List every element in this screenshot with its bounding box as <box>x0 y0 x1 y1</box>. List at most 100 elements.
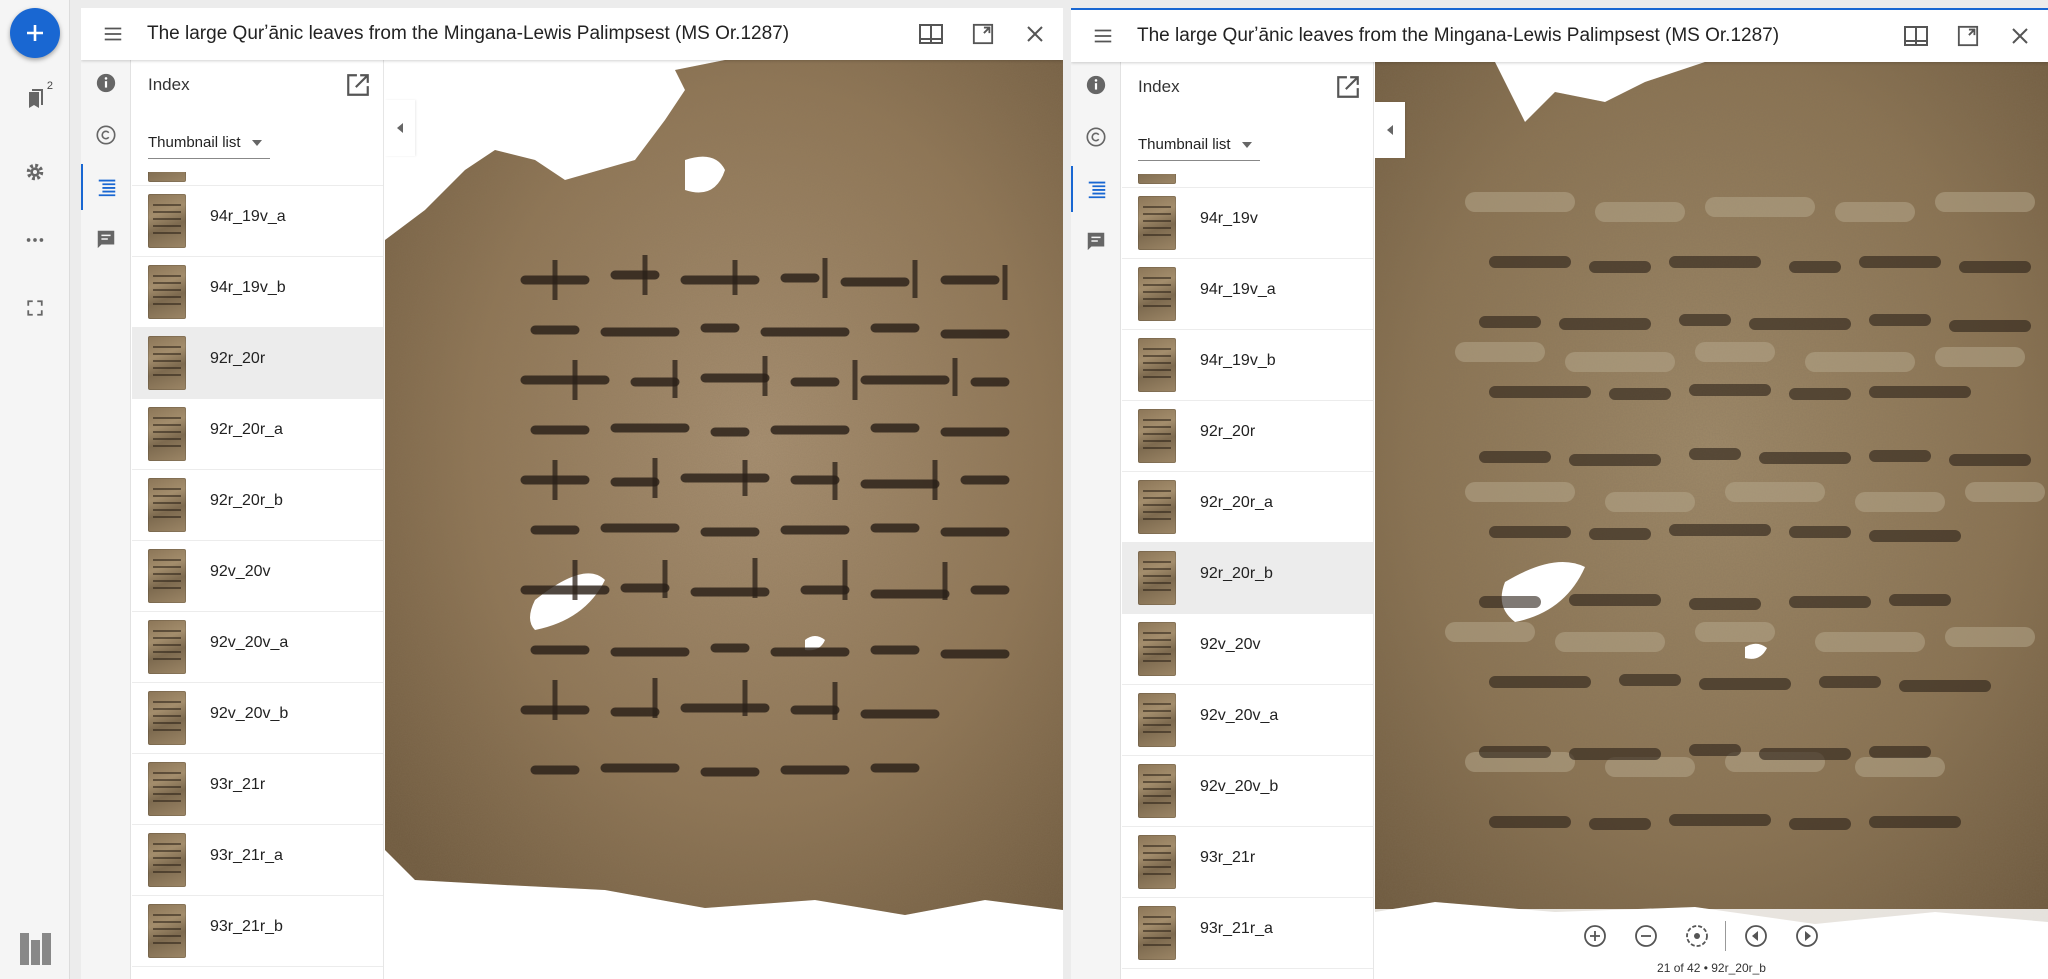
maximize-window-button[interactable] <box>959 10 1007 58</box>
list-item[interactable]: 92r_20r_a <box>1122 472 1373 543</box>
list-item-partial[interactable] <box>132 172 383 186</box>
thumbnail-label: 92v_20v_a <box>1200 707 1279 724</box>
thumbnail-image <box>148 478 186 532</box>
window-view-button[interactable] <box>1892 12 1940 60</box>
chevron-down-icon <box>252 140 262 146</box>
list-item[interactable]: 94r_19v_a <box>1122 259 1373 330</box>
thumbnail-label: 93r_21r <box>210 776 266 793</box>
list-item[interactable]: 92v_20v_b <box>132 683 383 754</box>
list-item[interactable]: 93r_21r_a <box>1122 898 1373 969</box>
close-window-button[interactable] <box>1011 10 1059 58</box>
index-panel: Index Thumbnail list 94r_19v_a 94r_19v_b 9… <box>132 60 384 979</box>
list-item[interactable]: 94r_19v_b <box>132 257 383 328</box>
index-button[interactable] <box>81 164 131 210</box>
comment-icon <box>1087 232 1105 251</box>
list-item[interactable]: 92v_20v <box>1122 614 1373 685</box>
annotations-button[interactable] <box>81 216 131 262</box>
list-item[interactable]: 92r_20r <box>132 328 383 399</box>
window-list-button[interactable]: 2 <box>15 80 55 120</box>
list-item[interactable]: 92r_20r <box>1122 401 1373 472</box>
info-icon <box>1086 75 1106 95</box>
copyright-icon <box>1086 127 1106 147</box>
info-button[interactable] <box>81 60 131 106</box>
collapse-sidebar-button[interactable] <box>385 100 415 156</box>
canvas-info: 21 of 42 • 92r_20r_b <box>1657 961 1766 975</box>
thumbnail-image <box>1138 551 1176 605</box>
thumbnail-image <box>148 172 186 182</box>
chevron-down-icon <box>1242 142 1252 148</box>
list-item[interactable]: 92v_20v <box>132 541 383 612</box>
index-button[interactable] <box>1071 166 1121 212</box>
zoom-reset-icon[interactable] <box>1684 923 1710 949</box>
list-item[interactable]: 92r_20r_b <box>1122 543 1373 614</box>
info-button[interactable] <box>1071 62 1121 108</box>
settings-button[interactable] <box>15 152 55 192</box>
manuscript-image <box>1375 62 2048 924</box>
thumbnail-image <box>1138 196 1176 250</box>
previous-canvas-icon[interactable] <box>1743 923 1769 949</box>
list-item[interactable]: 92v_20v_a <box>132 612 383 683</box>
list-item[interactable]: 93r_21r_a <box>132 825 383 896</box>
comment-icon <box>97 230 115 249</box>
maximize-icon <box>1957 25 1979 47</box>
list-item-partial[interactable] <box>1122 174 1373 188</box>
list-item[interactable]: 93r_21r_b <box>132 896 383 967</box>
gear-icon <box>26 163 44 181</box>
info-icon <box>96 73 116 93</box>
thumbnail-label: 92r_20r_b <box>1200 565 1273 582</box>
list-item[interactable]: 92v_20v_a <box>1122 685 1373 756</box>
list-item[interactable]: 94r_19v_b <box>1122 330 1373 401</box>
thumbnail-label: 92r_20r <box>210 350 266 367</box>
image-canvas[interactable] <box>385 60 1063 979</box>
thumbnail-image <box>1138 174 1176 184</box>
zoom-controls: 21 of 42 • 92r_20r_b <box>1375 909 2048 979</box>
more-options-button[interactable] <box>15 220 55 260</box>
collapse-sidebar-button[interactable] <box>1375 102 1405 158</box>
view-select-value: Thumbnail list <box>148 134 241 151</box>
add-resource-button[interactable] <box>10 8 60 58</box>
rights-button[interactable] <box>1071 114 1121 160</box>
thumbnail-image <box>1138 764 1176 818</box>
list-item[interactable]: 93r_21r <box>132 754 383 825</box>
window-top-bar: The large Qurʼānic leaves from the Minga… <box>1071 10 2048 62</box>
thumbnail-label: 92v_20v_a <box>210 634 289 651</box>
window-1: The large Qurʼānic leaves from the Minga… <box>81 8 1063 979</box>
rights-button[interactable] <box>81 112 131 158</box>
panel-header: Index <box>1122 62 1373 112</box>
zoom-in-icon[interactable] <box>1582 923 1608 949</box>
annotations-button[interactable] <box>1071 218 1121 264</box>
view-select[interactable]: Thumbnail list <box>1138 129 1260 161</box>
mirador-app: 2 The large Qurʼānic leaves from the Min… <box>0 0 2048 979</box>
list-item[interactable]: 92r_20r_b <box>132 470 383 541</box>
mirador-logo <box>18 931 54 967</box>
window-title: The large Qurʼānic leaves from the Minga… <box>147 23 790 44</box>
list-item[interactable]: 92v_20v_b <box>1122 756 1373 827</box>
table-of-contents-icon <box>1088 181 1106 199</box>
view-select[interactable]: Thumbnail list <box>148 127 270 159</box>
open-in-new-icon[interactable] <box>345 72 371 98</box>
thumbnail-image <box>148 336 186 390</box>
open-in-new-icon[interactable] <box>1335 74 1361 100</box>
window-2: The large Qurʼānic leaves from the Minga… <box>1071 8 2048 979</box>
fullscreen-button[interactable] <box>15 288 55 328</box>
toggle-sidebar-button[interactable] <box>1079 12 1127 60</box>
thumbnail-image <box>148 691 186 745</box>
thumbnail-label: 92r_20r <box>1200 423 1256 440</box>
toggle-sidebar-button[interactable] <box>89 10 137 58</box>
window-view-button[interactable] <box>907 10 955 58</box>
close-window-button[interactable] <box>1996 12 2044 60</box>
list-item[interactable]: 93r_21r <box>1122 827 1373 898</box>
next-canvas-icon[interactable] <box>1794 923 1820 949</box>
maximize-window-button[interactable] <box>1944 12 1992 60</box>
image-canvas[interactable]: 21 of 42 • 92r_20r_b <box>1375 62 2048 979</box>
list-item[interactable]: 94r_19v <box>1122 188 1373 259</box>
bookmarks-icon <box>29 89 43 108</box>
maximize-icon <box>972 23 994 45</box>
book-view-icon <box>1904 26 1928 46</box>
zoom-out-icon[interactable] <box>1633 923 1659 949</box>
list-item[interactable]: 94r_19v_a <box>132 186 383 257</box>
thumbnail-label: 94r_19v_b <box>1200 352 1276 369</box>
book-view-icon <box>919 24 943 44</box>
thumbnail-image <box>1138 409 1176 463</box>
list-item[interactable]: 92r_20r_a <box>132 399 383 470</box>
